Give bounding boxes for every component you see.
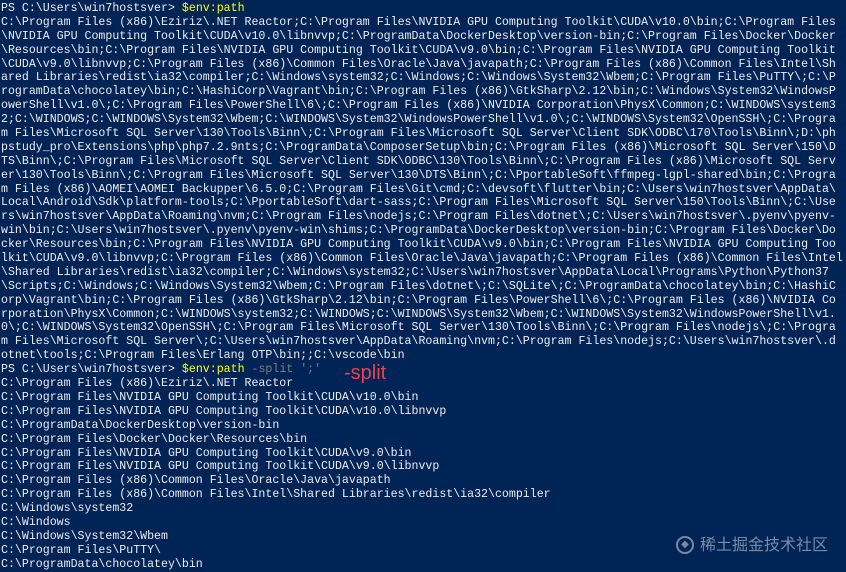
split-output-line: C:\Program Files\NVIDIA GPU Computing To… (1, 460, 440, 474)
prompt-prefix: PS C:\Users\win7hostsver> (1, 2, 182, 15)
path-output-line: er\130\Tools\Binn\;C:\Program Files\Micr… (1, 168, 836, 182)
path-output-line: win\bin;C:\Users\win7hostsver\.pyenv\pye… (1, 224, 836, 238)
juejin-logo-icon: ◆ (675, 536, 694, 554)
path-output-line: \Resources\bin;C:\Program Files\NVIDIA G… (1, 43, 836, 57)
path-output-line: \NVIDIA GPU Computing Toolkit\CUDA\v10.0… (1, 29, 836, 43)
split-output-line: C:\Program Files\NVIDIA GPU Computing To… (1, 446, 412, 460)
path-output-line: rporation\PhysX\Common;C:\WINDOWS\system… (1, 307, 836, 321)
path-output-line: m Files\Microsoft SQL Server\130\Tools\B… (1, 127, 836, 141)
prompt-line-2: PS C:\Users\win7hostsver> $env:path -spl… (1, 363, 846, 377)
split-output-line: C:\Program Files (x86)\Common Files\Inte… (1, 488, 551, 502)
powershell-console[interactable]: PS C:\Users\win7hostsver> $env:path C:\P… (0, 0, 846, 572)
split-output-line: C:\Windows (1, 515, 71, 529)
split-output-line: C:\Program Files\Docker\Docker\Resources… (1, 432, 308, 446)
prompt-prefix: PS C:\Users\win7hostsver> (1, 363, 182, 377)
split-argument: ';' (293, 363, 322, 377)
watermark: ◆ 稀土掘金技术社区 (675, 535, 828, 555)
path-output-line: 0\;C:\WINDOWS\System32\OpenSSH\;C:\Progr… (1, 321, 836, 335)
split-output-line: C:\Program Files (x86)\Eziriz\.NET React… (1, 377, 294, 391)
split-output-line: C:\Program Files (x86)\Common Files\Orac… (1, 474, 391, 488)
path-output-line: ared Libraries\redist\ia32\compiler;C:\W… (1, 71, 836, 85)
split-output-line: C:\Windows\system32 (1, 502, 134, 516)
path-output-block: C:\Program Files (x86)\Eziriz\.NET React… (1, 16, 846, 363)
prompt-line-1: PS C:\Users\win7hostsver> $env:path (1, 2, 846, 16)
split-output-line: C:\ProgramData\chocolatey\bin (1, 557, 203, 571)
path-output-line: \CUDA\v9.0\libnvvp;C:\Program Files (x86… (1, 57, 836, 71)
path-output-line: pstudy_pro\Extensions\php\php7.2.9nts;C:… (1, 140, 836, 154)
path-output-line: TS\Binn\;C:\Program Files\Microsoft SQL … (1, 154, 836, 168)
split-operator: -split (244, 363, 294, 377)
command-text: $env:path (181, 2, 245, 15)
split-annotation: -split (344, 362, 387, 384)
path-output-line: m Files\Microsoft SQL Server\;C:\Users\w… (1, 335, 836, 349)
path-output-line: \Shared Libraries\redist\ia32\compiler;C… (1, 265, 829, 279)
path-output-line: rogramData\chocolatey\bin;C:\HashiCorp\V… (1, 85, 836, 99)
path-output-line: Local\Android\Sdk\platform-tools;C:\Ppor… (1, 196, 836, 210)
split-output-line: C:\ProgramData\DockerDesktop\version-bin (1, 418, 280, 432)
path-output-line: lkit\CUDA\v9.0\libnvvp;C:\Program Files … (1, 252, 843, 266)
path-output-line: rs\win7hostsver\AppData\Roaming\nvm;C:\P… (1, 210, 836, 224)
watermark-text: 稀土掘金技术社区 (699, 535, 828, 555)
path-output-line: \Scripts;C:\Windows;C:\Windows\System32\… (1, 279, 836, 293)
path-output-line: cker\Resources\bin;C:\Program Files\NVID… (1, 238, 836, 252)
path-output-line: orp\Vagrant\bin;C:\Program Files (x86)\G… (1, 293, 836, 307)
path-output-line: owerShell\v1.0\;C:\Program Files\PowerSh… (1, 99, 836, 113)
command-text: $env:path (181, 363, 245, 377)
path-output-line: otnet\tools;C:\Program Files\Erlang OTP\… (1, 349, 405, 363)
path-output-line: C:\Program Files (x86)\Eziriz\.NET React… (1, 15, 836, 29)
path-output-line: 2;C:\WINDOWS;C:\WINDOWS\System32\Wbem;C:… (1, 113, 836, 127)
split-output-line: C:\Program Files\NVIDIA GPU Computing To… (1, 404, 447, 418)
split-output-line: C:\Program Files\NVIDIA GPU Computing To… (1, 390, 419, 404)
path-output-line: m Files (x86)\AOMEI\AOMEI Backupper\6.5.… (1, 182, 836, 196)
